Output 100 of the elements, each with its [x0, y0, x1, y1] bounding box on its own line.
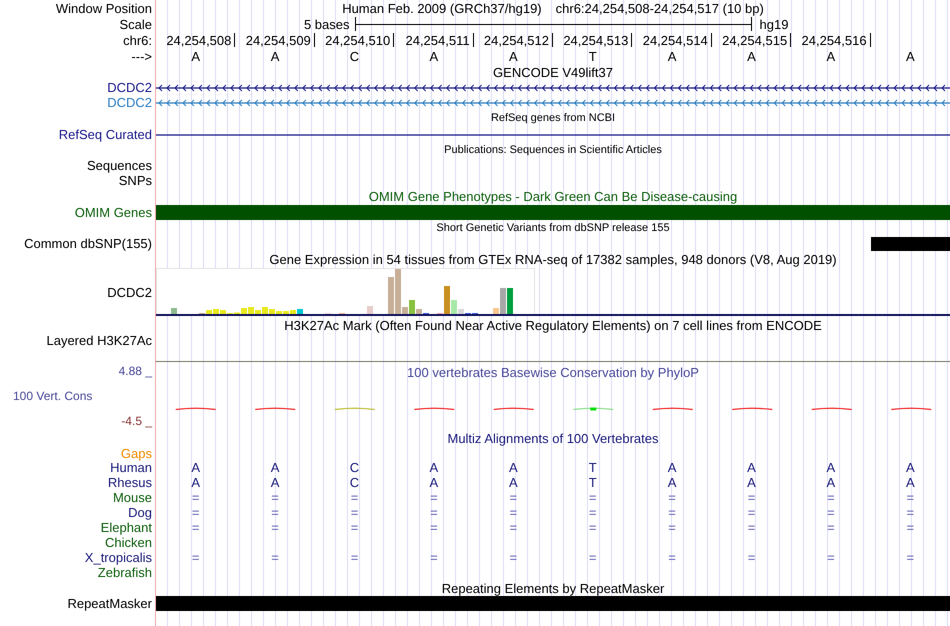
alignment-base: A	[826, 461, 836, 474]
alignment-base: A	[191, 476, 200, 489]
species-label: Rhesus	[108, 476, 152, 489]
gene-label: RefSeq Curated	[58, 128, 152, 141]
row-label: Scale	[119, 18, 152, 30]
alignment-base: C	[350, 461, 360, 474]
alignment-base: =	[827, 491, 835, 504]
track-title: RefSeq genes from NCBI	[490, 113, 616, 124]
base-letter: A	[430, 50, 438, 62]
position-text: chr6:24,254,508-24,254,517 (10 bp)	[556, 2, 764, 14]
species-label: Mouse	[112, 491, 152, 504]
track-title: Short Genetic Variants from dbSNP release 155	[436, 222, 670, 234]
scale-label: 5 bases	[304, 18, 350, 30]
alignment-base: =	[350, 551, 358, 564]
alignment-base: C	[350, 476, 360, 489]
alignment-base: A	[747, 476, 756, 489]
alignment-base: =	[510, 491, 518, 504]
alignment-base: A	[668, 476, 676, 489]
alignment-base: =	[668, 521, 676, 534]
ruler-tick	[870, 33, 871, 47]
alignment-base: =	[748, 506, 756, 519]
ruler-tick	[472, 33, 474, 47]
position-label: 24,254,512	[484, 34, 549, 46]
base-letter: A	[668, 50, 676, 62]
alignment-base: =	[906, 506, 914, 519]
alignment-base: A	[270, 461, 280, 474]
base-letter: A	[270, 50, 280, 62]
alignment-base: =	[588, 521, 596, 534]
base-letter: A	[508, 50, 518, 62]
alignment-base: A	[747, 461, 756, 474]
ruler-tick	[393, 33, 394, 47]
ruler-tick	[710, 33, 712, 47]
species-label: X_tropicalis	[84, 551, 152, 564]
track-label: SNPs	[118, 174, 152, 187]
track-label: RepeatMasker	[67, 597, 152, 610]
alignment-base: =	[906, 491, 914, 504]
base-letter: C	[350, 50, 360, 62]
alignment-base: =	[350, 506, 358, 519]
position-label: 24,254,513	[563, 34, 628, 46]
alignment-base: =	[271, 551, 279, 564]
assembly-title: Human Feb. 2009 (GRCh37/hg19)	[342, 2, 542, 14]
track-label: Layered H3K27Ac	[46, 334, 152, 347]
gene-label: DCDC2	[107, 96, 152, 109]
track-title: 100 vertebrates Basewise Conservation by PhyloP	[407, 366, 699, 379]
species-label: Human	[110, 461, 152, 474]
axis-min-label: -4.5 _	[121, 415, 152, 427]
track-title: H3K27Ac Mark (Often Found Near Active Regulatory Elements) on 7 cell lines from ENCODE	[284, 318, 822, 332]
track-label: OMIM Genes	[74, 206, 152, 219]
track-title: Gene Expression in 54 tissues from GTEx RNA-seq of 17382 samples, 948 donors (V8, Aug 2019)	[269, 253, 837, 266]
ruler-tick	[631, 33, 632, 47]
alignment-base: =	[271, 521, 279, 534]
track-title: Repeating Elements by RepeatMasker	[442, 582, 664, 594]
alignment-base: =	[748, 551, 756, 564]
track-label: DCDC2	[107, 286, 152, 299]
track-title: GENCODE V49lift37	[493, 66, 613, 78]
position-label: 24,254,516	[802, 34, 867, 46]
track-title: OMIM Gene Phenotypes - Dark Green Can Be Disease-causing	[368, 190, 738, 203]
row-label: Window Position	[56, 2, 152, 14]
alignment-base: =	[827, 506, 835, 519]
alignment-base: A	[191, 461, 200, 474]
species-label: Dog	[128, 506, 152, 519]
alignment-base: A	[906, 461, 915, 474]
alignment-base: =	[192, 491, 200, 504]
alignment-base: =	[350, 491, 358, 504]
species-label: Elephant	[100, 521, 152, 534]
track-label: Gaps	[120, 446, 152, 460]
alignment-base: =	[271, 491, 279, 504]
alignment-base: =	[906, 551, 914, 564]
alignment-base: T	[588, 476, 597, 489]
alignment-base: =	[588, 491, 596, 504]
ruler-tick	[234, 33, 236, 47]
assembly-label: hg19	[760, 18, 788, 30]
alignment-base: =	[430, 506, 438, 519]
alignment-base: =	[668, 506, 676, 519]
alignment-base: =	[906, 521, 914, 534]
alignment-base: =	[588, 506, 596, 519]
alignment-base: A	[508, 461, 518, 474]
alignment-base: A	[430, 476, 438, 489]
alignment-base: =	[430, 551, 438, 564]
track-label: Common dbSNP(155)	[24, 237, 152, 250]
base-letter: A	[906, 50, 915, 62]
alignment-base: A	[508, 476, 518, 489]
alignment-base: =	[827, 551, 835, 564]
alignment-base: =	[430, 491, 438, 504]
base-letter: A	[826, 50, 836, 62]
alignment-base: =	[430, 521, 438, 534]
alignment-base: =	[748, 521, 756, 534]
ruler-tick	[790, 33, 792, 47]
position-label: 24,254,509	[246, 34, 311, 46]
track-title: Publications: Sequences in Scientific Articles	[444, 144, 662, 156]
position-label: 24,254,508	[166, 34, 232, 46]
position-label: 24,254,511	[405, 34, 470, 46]
alignment-base: T	[588, 461, 597, 474]
track-title: Multiz Alignments of 100 Vertebrates	[447, 432, 658, 444]
alignment-base: =	[192, 551, 200, 564]
base-letter: A	[747, 50, 756, 62]
axis-max-label: 4.88 _	[118, 365, 152, 377]
gene-label: DCDC2	[107, 81, 152, 94]
alignment-base: A	[430, 461, 438, 474]
species-label: Zebrafish	[98, 566, 152, 579]
